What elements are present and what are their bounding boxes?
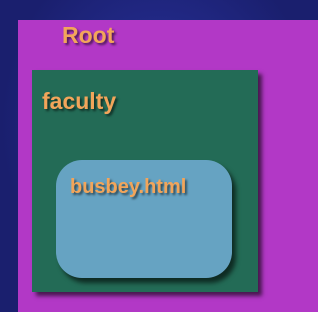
file-label: busbey.html <box>70 176 187 198</box>
faculty-label: faculty <box>42 88 117 114</box>
root-label: Root <box>62 22 115 48</box>
